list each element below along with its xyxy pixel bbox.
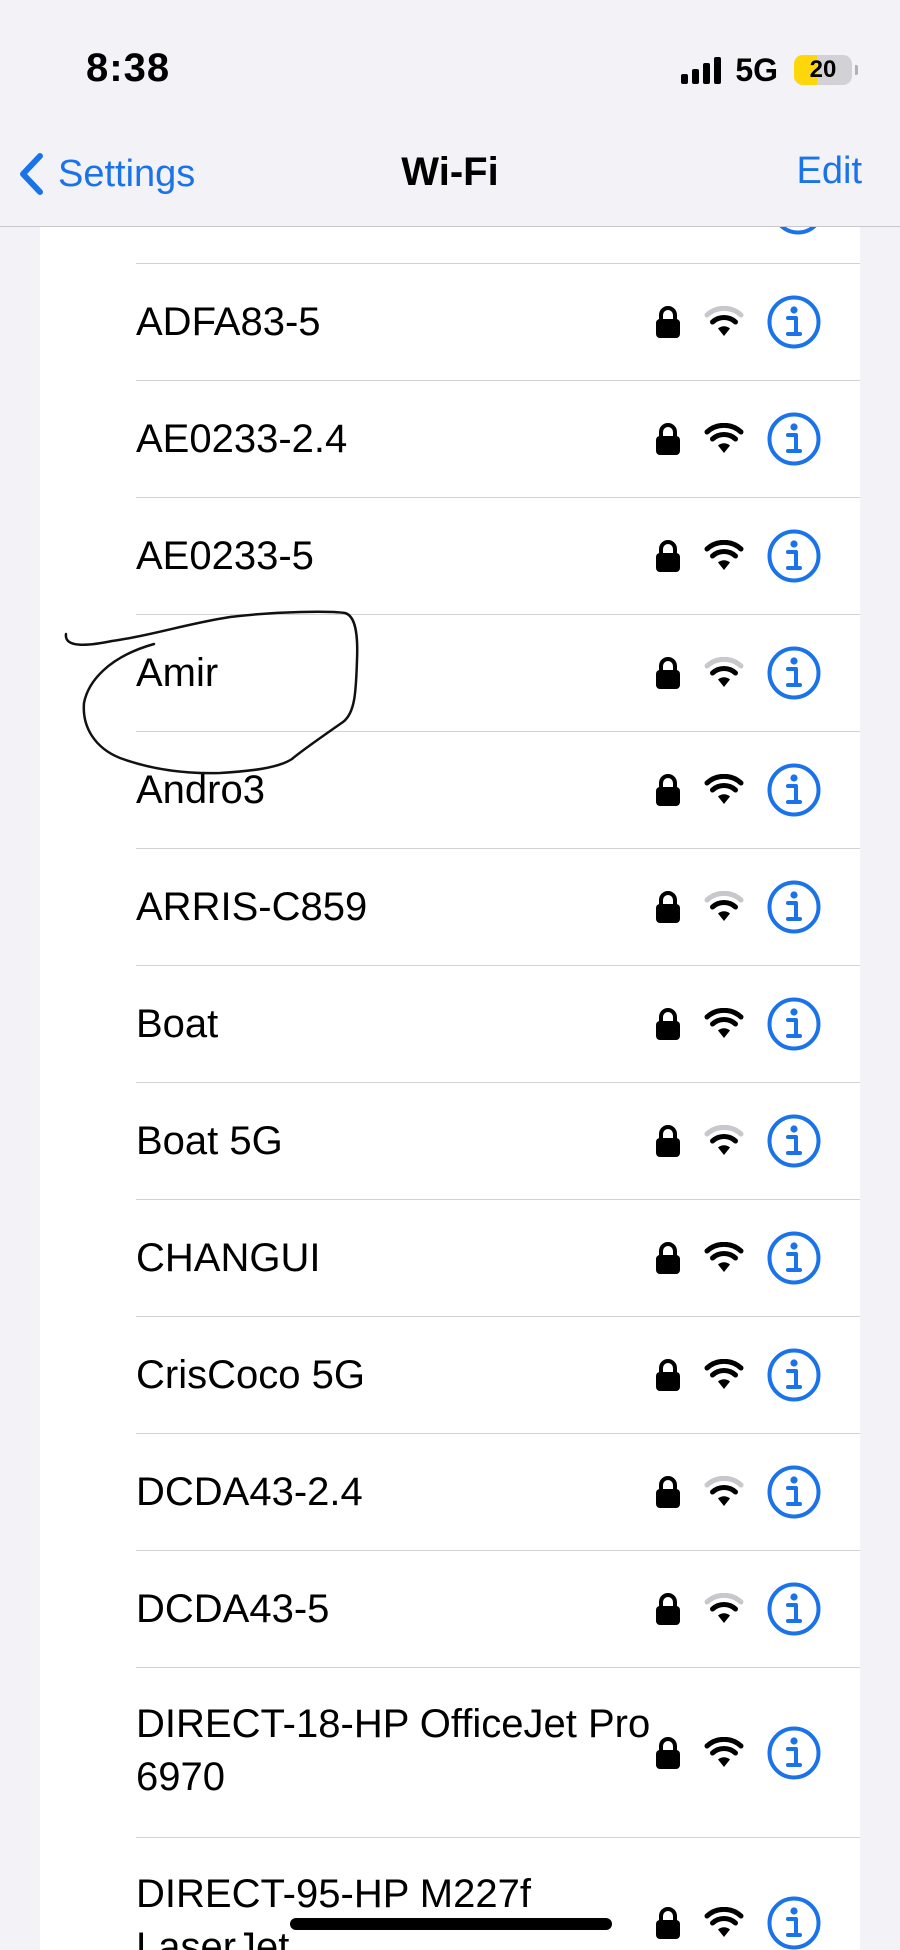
cellular-signal-icon <box>681 56 722 84</box>
network-row[interactable]: Boat <box>40 966 860 1083</box>
network-name: Amir <box>136 651 219 695</box>
lock-icon <box>654 1592 682 1631</box>
network-row[interactable]: DIRECT-95-HP M227f LaserJet <box>40 1838 860 1950</box>
network-row[interactable]: DCDA43-5 <box>40 1551 860 1668</box>
lock-icon <box>654 1007 682 1046</box>
network-name: DCDA43-2.4 <box>136 1470 363 1514</box>
wifi-signal-icon <box>704 539 744 577</box>
lock-icon <box>654 656 682 695</box>
wifi-signal-icon <box>704 1241 744 1279</box>
wifi-signal-icon <box>704 422 744 460</box>
network-row[interactable]: Boat 5G <box>40 1083 860 1200</box>
network-row[interactable]: CrisCoco 5G <box>40 1317 860 1434</box>
info-icon[interactable] <box>766 1725 822 1786</box>
lock-icon <box>654 1241 682 1280</box>
network-row[interactable]: CHANGUI <box>40 1200 860 1317</box>
info-icon[interactable] <box>766 645 822 706</box>
lock-icon <box>654 773 682 812</box>
wifi-signal-icon <box>704 1736 744 1774</box>
network-name: Andro3 <box>136 768 265 812</box>
network-row[interactable]: ADFA83-5 <box>40 264 860 381</box>
edit-button[interactable]: Edit <box>797 150 862 193</box>
lock-icon <box>654 422 682 461</box>
wifi-signal-icon <box>704 1906 744 1944</box>
info-icon[interactable] <box>766 996 822 1057</box>
home-indicator <box>290 1918 612 1930</box>
network-row[interactable]: AE0233-2.4 <box>40 381 860 498</box>
status-indicators: 5G 20 <box>681 51 858 88</box>
network-row[interactable]: DCDA43-2.4 <box>40 1434 860 1551</box>
network-name: DIRECT-18-HP OfficeJet Pro 6970 <box>136 1702 651 1799</box>
network-name: Boat 5G <box>136 1119 283 1163</box>
wifi-signal-icon <box>704 1007 744 1045</box>
info-icon[interactable] <box>766 1230 822 1291</box>
info-icon[interactable] <box>766 1113 822 1174</box>
lock-icon <box>654 539 682 578</box>
page-title: Wi-Fi <box>401 150 499 194</box>
lock-icon <box>654 890 682 929</box>
network-name: DIRECT-95-HP M227f LaserJet <box>136 1872 531 1950</box>
networks-list: ADFA83-5 AE0233-2.4 AE0233-5 Amir Andro3 ARRI… <box>40 226 860 1950</box>
wifi-signal-icon <box>704 1358 744 1396</box>
wifi-signal-icon <box>704 1124 744 1162</box>
battery-icon: 20 <box>794 55 858 85</box>
wifi-signal-icon <box>704 1475 744 1513</box>
network-row[interactable]: DIRECT-18-HP OfficeJet Pro 6970 <box>40 1668 860 1838</box>
network-row[interactable]: Amir <box>40 615 860 732</box>
lock-icon <box>654 1736 682 1775</box>
network-name: ADFA83-5 <box>136 300 321 344</box>
status-time: 8:38 <box>86 46 171 90</box>
navigation-bar: Settings Wi-Fi Edit <box>0 120 900 227</box>
info-icon[interactable] <box>766 1895 822 1950</box>
network-row[interactable]: Andro3 <box>40 732 860 849</box>
info-icon[interactable] <box>770 226 826 241</box>
info-icon[interactable] <box>766 1464 822 1525</box>
info-icon[interactable] <box>766 528 822 589</box>
network-name: ARRIS-C859 <box>136 885 368 929</box>
wifi-signal-icon <box>704 773 744 811</box>
lock-icon <box>654 305 682 344</box>
lock-icon <box>654 1475 682 1514</box>
info-icon[interactable] <box>766 1347 822 1408</box>
network-name: AE0233-5 <box>136 534 314 578</box>
lock-icon <box>654 1358 682 1397</box>
network-row[interactable]: AE0233-5 <box>40 498 860 615</box>
network-type-label: 5G <box>735 51 778 88</box>
battery-percentage: 20 <box>809 56 837 83</box>
wifi-signal-icon <box>704 890 744 928</box>
info-icon[interactable] <box>766 1581 822 1642</box>
wifi-signal-icon <box>704 1592 744 1630</box>
network-row[interactable]: ARRIS-C859 <box>40 849 860 966</box>
wifi-signal-icon <box>704 305 744 343</box>
network-name: DCDA43-5 <box>136 1587 330 1631</box>
wifi-signal-icon <box>704 656 744 694</box>
info-icon[interactable] <box>766 411 822 472</box>
status-bar: 8:38 5G 20 <box>0 0 900 140</box>
info-icon[interactable] <box>766 879 822 940</box>
network-name: Boat <box>136 1002 219 1046</box>
info-icon[interactable] <box>766 762 822 823</box>
network-name: CHANGUI <box>136 1236 321 1280</box>
network-name: CrisCoco 5G <box>136 1353 365 1397</box>
network-name: AE0233-2.4 <box>136 417 348 461</box>
info-icon[interactable] <box>766 294 822 355</box>
lock-icon <box>654 1124 682 1163</box>
lock-icon <box>654 1906 682 1945</box>
battery-cap <box>855 65 858 75</box>
